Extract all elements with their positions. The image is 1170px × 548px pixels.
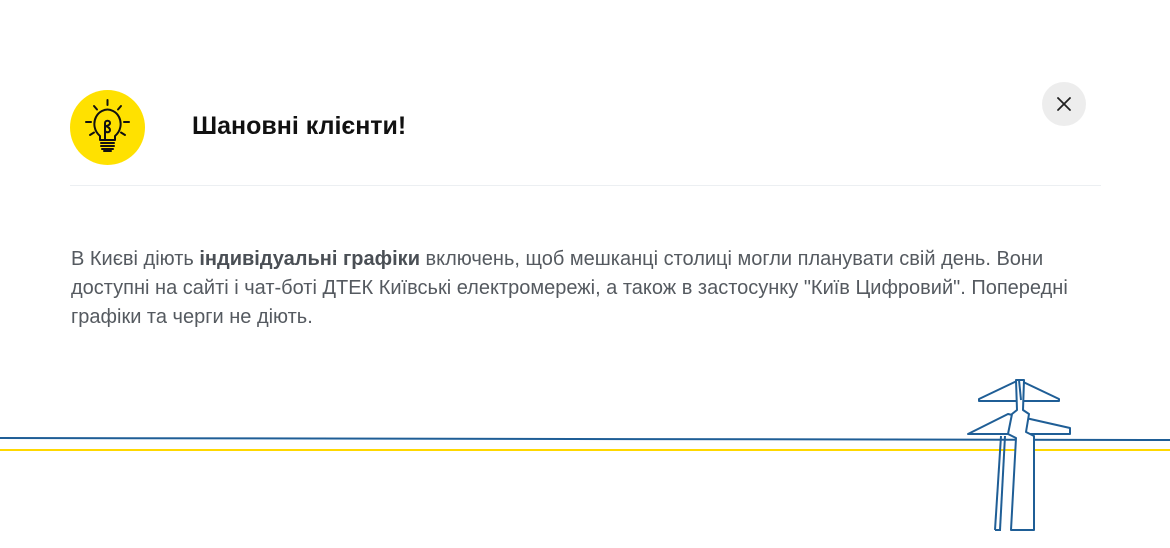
lightbulb-icon [85, 99, 130, 152]
power-line-illustration [0, 379, 1170, 531]
dialog-title: Шановні клієнти! [192, 112, 407, 140]
message-highlight: індивідуальні графіки [199, 248, 420, 270]
close-button[interactable] [1042, 82, 1086, 126]
dialog-message: В Києві діють індивідуальні графіки вклю… [71, 245, 1101, 332]
blue-wire [0, 437, 1170, 441]
message-text-start: В Києві діють [71, 248, 200, 270]
dialog-header: Шановні клієнти! [70, 90, 1101, 186]
close-icon [1057, 97, 1071, 111]
notice-dialog: Шановні клієнти! В Києві діють індивідуа… [0, 0, 1170, 548]
lightbulb-badge [70, 90, 145, 165]
pylon-icon [967, 379, 1071, 531]
